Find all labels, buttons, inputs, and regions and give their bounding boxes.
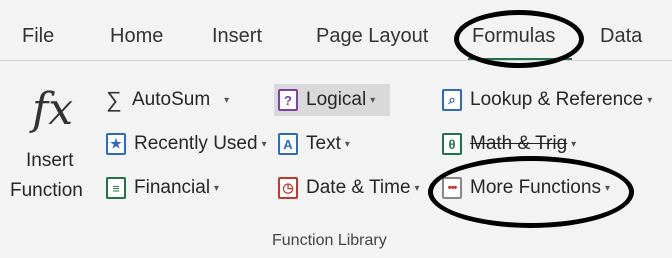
more-functions-button[interactable]: ••• More Functions ▾ [442, 172, 610, 204]
chevron-down-icon: ▾ [214, 182, 220, 194]
autosum-label: AutoSum [132, 89, 211, 110]
lookup-reference-button[interactable]: ⌕ Lookup & Reference ▾ [442, 84, 652, 116]
tab-page-layout[interactable]: Page Layout [316, 24, 428, 48]
math-trig-label: Math & Trig [470, 133, 568, 154]
recently-used-label: Recently Used [134, 133, 258, 154]
star-book-icon: ★ [106, 133, 126, 155]
fx-icon: fx [32, 84, 74, 135]
lookup-reference-label: Lookup & Reference [470, 89, 644, 110]
letter-a-book-icon: A [278, 133, 298, 155]
tab-data[interactable]: Data [600, 24, 642, 48]
autosum-button[interactable]: ∑ AutoSum ▾ [104, 84, 229, 116]
sigma-icon: ∑ [106, 87, 122, 112]
theta-book-icon: θ [442, 133, 462, 155]
more-functions-label: More Functions [470, 177, 601, 198]
date-time-label: Date & Time [306, 177, 411, 198]
tab-insert[interactable]: Insert [212, 24, 262, 48]
financial-button[interactable]: ≡ Financial ▾ [106, 172, 219, 204]
chevron-down-icon: ▾ [604, 182, 610, 194]
tab-formulas[interactable]: Formulas [472, 24, 555, 48]
date-time-button[interactable]: ◷ Date & Time ▾ [278, 172, 420, 204]
logical-label: Logical [306, 89, 367, 110]
chevron-down-icon: ▾ [261, 138, 267, 150]
clock-book-icon: ◷ [278, 177, 298, 199]
dots-book-icon: ••• [442, 177, 462, 199]
tab-home[interactable]: Home [110, 24, 163, 48]
math-trig-button[interactable]: θ Math & Trig ▾ [442, 128, 576, 160]
magnifier-book-icon: ⌕ [442, 89, 462, 111]
function-library-group-label: Function Library [272, 232, 387, 249]
insert-function-button[interactable]: fx Insert Function [10, 84, 98, 212]
text-label: Text [306, 133, 341, 154]
chevron-down-icon: ▾ [414, 182, 420, 194]
text-button[interactable]: A Text ▾ [278, 128, 350, 160]
logical-button[interactable]: ? Logical ▾ [274, 84, 390, 116]
financial-label: Financial [134, 177, 211, 198]
recently-used-button[interactable]: ★ Recently Used ▾ [106, 128, 267, 160]
tab-file[interactable]: File [22, 24, 54, 48]
chevron-down-icon: ▾ [370, 94, 376, 106]
chevron-down-icon: ▾ [647, 94, 653, 106]
chevron-down-icon: ▾ [224, 94, 230, 106]
insert-function-label-line2: Function [10, 180, 83, 201]
chevron-down-icon: ▾ [571, 138, 577, 150]
chevron-down-icon: ▾ [344, 138, 350, 150]
ribbon-divider [0, 60, 672, 61]
coins-book-icon: ≡ [106, 177, 126, 199]
question-book-icon: ? [278, 89, 298, 111]
insert-function-label-line1: Insert [26, 150, 74, 171]
